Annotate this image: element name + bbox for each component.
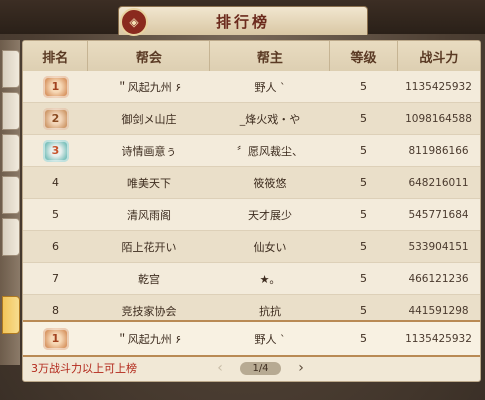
self-leader: 野人 ˋ <box>254 332 286 346</box>
rank-cell: 7 <box>52 272 59 285</box>
table-row[interactable]: 6 陌上花开い 仙女い 5 533904151 <box>23 231 480 263</box>
table-row[interactable]: 5 清风雨阁 天才展少 5 545771684 <box>23 199 480 231</box>
leader-name: 野人 ˋ <box>254 80 286 94</box>
ranking-list: 1 ＂风起九州 ۶ 野人 ˋ 5 1135425932 2 御剑メ山庄 _烽火戏・や 5 1098… <box>23 71 480 327</box>
header-guild: 帮会 <box>88 41 211 71</box>
self-rank: 1 <box>23 322 88 355</box>
leader-name: 筱筱悠 <box>253 176 287 190</box>
pager: ‹ 1/4 › <box>213 359 308 377</box>
guild-power: 1098164588 <box>405 112 472 125</box>
guild-level: 5 <box>360 240 367 253</box>
header-rank: 排名 <box>23 41 89 71</box>
self-power: 1135425932 <box>405 332 472 345</box>
title-bar: 排行榜 ◈ <box>0 0 485 36</box>
sidebar-tab-3[interactable] <box>2 134 20 172</box>
footer: 3万战斗力以上可上榜 ‹ 1/4 › <box>23 355 480 381</box>
rank-cell: 1 <box>23 71 88 102</box>
table-row[interactable]: 7 乾宫 ★。 5 466121236 <box>23 263 480 295</box>
guild-level: 5 <box>360 176 367 189</box>
guild-power: 811986166 <box>408 144 469 157</box>
page-indicator: 1/4 <box>240 361 281 375</box>
guild-power: 466121236 <box>408 272 469 285</box>
guild-power: 533904151 <box>408 240 469 253</box>
header-leader: 帮主 <box>210 41 331 71</box>
guild-level: 5 <box>360 208 367 221</box>
rank-medal-icon: 3 <box>42 139 69 162</box>
guild-name: 清风雨阁 <box>127 208 171 222</box>
rank-cell: 2 <box>23 103 88 134</box>
sidebar-tab-2[interactable] <box>2 92 20 130</box>
leader-name: 〞愿风裁尘、 <box>237 144 303 158</box>
leader-name: _烽火戏・や <box>239 112 301 126</box>
table-row[interactable]: 2 御剑メ山庄 _烽火戏・や 5 1098164588 <box>23 103 480 135</box>
next-page-icon[interactable]: › <box>294 360 308 376</box>
sidebar <box>0 40 20 365</box>
header-power: 战斗力 <box>419 50 459 66</box>
leader-name: 仙女い <box>253 240 287 254</box>
rank-medal-icon: 2 <box>42 107 69 130</box>
sidebar-tab-5[interactable] <box>2 218 20 256</box>
table-row[interactable]: 4 唯美天下 筱筱悠 5 648216011 <box>23 167 480 199</box>
table-row[interactable]: 1 ＂风起九州 ۶ 野人 ˋ 5 1135425932 <box>23 71 480 103</box>
guild-power: 648216011 <box>408 176 469 189</box>
guild-level: 5 <box>360 272 367 285</box>
rank-cell: 5 <box>52 208 59 221</box>
self-guild-row[interactable]: 1 ＂风起九州 ۶ 野人 ˋ 5 1135425932 <box>23 320 480 357</box>
table-row[interactable]: 3 诗情画意ぅ 〞愿风裁尘、 5 811986166 <box>23 135 480 167</box>
footer-note: 3万战斗力以上可上榜 <box>31 362 137 375</box>
guild-name: 御剑メ山庄 <box>121 112 177 126</box>
guild-level: 5 <box>360 112 367 125</box>
guild-name: 陌上花开い <box>121 240 177 254</box>
rank-medal-icon: 1 <box>42 75 69 98</box>
rank-medal-icon: 1 <box>42 327 69 350</box>
rank-cell: 4 <box>52 176 59 189</box>
guild-power: 545771684 <box>408 208 469 221</box>
table-header: 排名 帮会 帮主 等级 战斗力 <box>23 41 480 72</box>
guild-level: 5 <box>360 80 367 93</box>
self-guild: ＂风起九州 ۶ <box>116 332 182 346</box>
sidebar-tab-4[interactable] <box>2 176 20 214</box>
sidebar-tab-active[interactable] <box>2 296 20 334</box>
guild-name: ＂风起九州 ۶ <box>116 80 182 94</box>
leader-name: 天才展少 <box>248 208 292 222</box>
page-title: 排行榜 <box>215 12 270 31</box>
sidebar-tab-1[interactable] <box>2 50 20 88</box>
emblem-icon: ◈ <box>120 8 148 36</box>
rank-cell: 6 <box>52 240 59 253</box>
guild-name: 乾宫 <box>138 272 160 286</box>
self-level: 5 <box>360 332 367 345</box>
guild-name: 唯美天下 <box>127 176 171 190</box>
guild-level: 5 <box>360 144 367 157</box>
guild-name: 诗情画意ぅ <box>121 144 177 158</box>
guild-power: 1135425932 <box>405 80 472 93</box>
prev-page-icon[interactable]: ‹ <box>213 360 227 376</box>
header-level: 等级 <box>330 41 398 71</box>
ranking-panel: 排名 帮会 帮主 等级 战斗力 1 ＂风起九州 ۶ 野人 ˋ 5 1135425932 2… <box>22 40 481 382</box>
title-plaque: 排行榜 <box>118 6 368 35</box>
rank-cell: 3 <box>23 135 88 166</box>
leader-name: ★。 <box>259 272 281 286</box>
